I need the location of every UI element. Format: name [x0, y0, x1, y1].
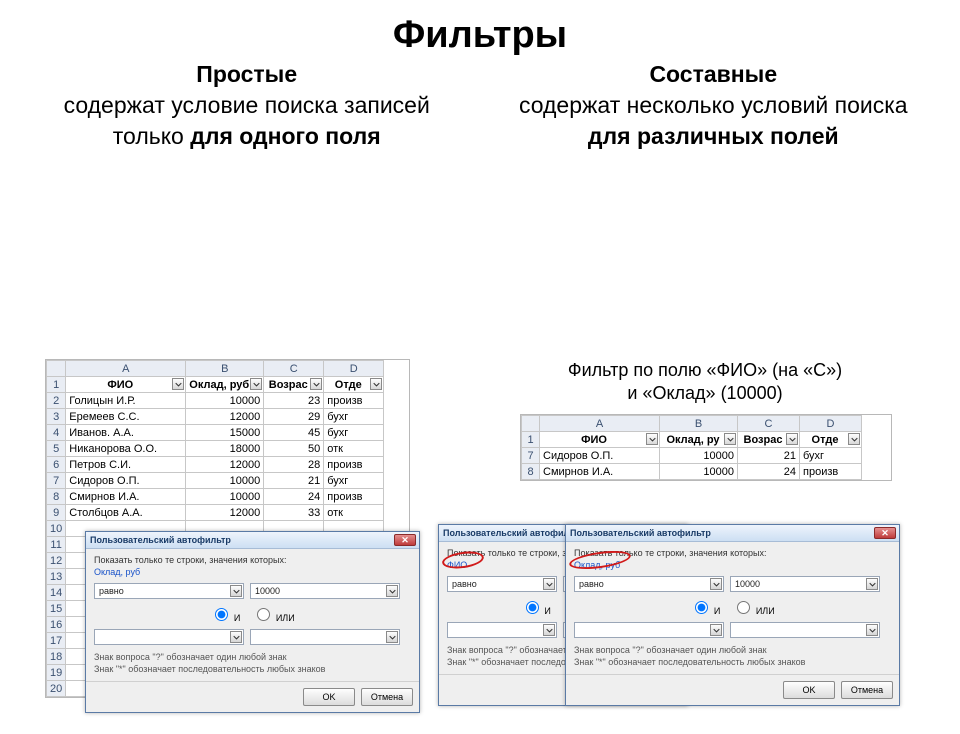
cancel-button[interactable]: Отмена: [361, 688, 413, 706]
chevron-down-icon[interactable]: [543, 624, 555, 636]
table-row[interactable]: 8Смирнов И.А.1000024произв: [522, 464, 862, 480]
filter-caption: Фильтр по полю «ФИО» (на «С») и «Оклад» …: [520, 359, 890, 406]
dialog-hint: Знак вопроса "?" обозначает один любой з…: [94, 651, 411, 675]
radio-and[interactable]: И: [210, 613, 240, 623]
columns: Простые содержат условие поиска записей …: [0, 59, 960, 152]
caption-line1: Фильтр по полю «ФИО» (на «С»): [520, 359, 890, 382]
chevron-down-icon[interactable]: [866, 578, 878, 590]
chevron-down-icon[interactable]: [230, 585, 242, 597]
caption-line2: и «Оклад» (10000): [520, 382, 890, 405]
chevron-down-icon[interactable]: [710, 624, 722, 636]
autofilter-dialog-1[interactable]: Пользовательский автофильтр ✕ Показать тол…: [85, 531, 420, 713]
column-header[interactable]: Отде: [800, 432, 862, 448]
spreadsheet-right[interactable]: ABCD1ФИООклад, руВозрасОтде7Сидоров О.П.…: [520, 414, 892, 481]
column-header[interactable]: ФИО: [66, 377, 186, 393]
logic-radios: И ИЛИ: [94, 605, 411, 623]
dialog-title: Пользовательский автофильтр: [570, 528, 711, 538]
page-title: Фильтры: [0, 14, 960, 57]
filter-dropdown-icon[interactable]: [848, 433, 860, 445]
dialog-field-label: Оклад, руб: [94, 567, 411, 577]
ok-button[interactable]: OK: [303, 688, 355, 706]
filter-dropdown-icon[interactable]: [786, 433, 798, 445]
chevron-down-icon[interactable]: [386, 631, 398, 643]
right-column: Составные содержат несколько условий пои…: [515, 59, 912, 152]
dialog-prompt: Показать только те строки, значения кото…: [94, 555, 411, 565]
operator-combo[interactable]: равно: [574, 576, 724, 592]
chevron-down-icon[interactable]: [230, 631, 242, 643]
dialog-titlebar[interactable]: Пользовательский автофильтр ✕: [86, 532, 419, 549]
filter-dropdown-icon[interactable]: [370, 378, 382, 390]
column-header[interactable]: Возрас: [738, 432, 800, 448]
column-header[interactable]: Возрас: [264, 377, 324, 393]
value-combo-2[interactable]: [250, 629, 400, 645]
table-row[interactable]: 6Петров С.И.1200028произв: [47, 457, 384, 473]
chevron-down-icon[interactable]: [386, 585, 398, 597]
chevron-down-icon[interactable]: [543, 578, 555, 590]
left-heading: Простые: [48, 59, 445, 90]
filter-dropdown-icon[interactable]: [310, 378, 322, 390]
table-row[interactable]: 4Иванов. А.А.1500045бухг: [47, 425, 384, 441]
operator-combo[interactable]: равно: [94, 583, 244, 599]
operator-combo-2[interactable]: [574, 622, 724, 638]
radio-or[interactable]: ИЛИ: [732, 606, 774, 616]
column-header[interactable]: ФИО: [540, 432, 660, 448]
column-header[interactable]: Отде: [324, 377, 384, 393]
left-bold: для одного поля: [190, 123, 380, 149]
radio-and[interactable]: И: [690, 606, 720, 616]
chevron-down-icon[interactable]: [710, 578, 722, 590]
value-combo[interactable]: 10000: [250, 583, 400, 599]
column-header[interactable]: Оклад, ру: [660, 432, 738, 448]
right-bold: для различных полей: [588, 123, 839, 149]
ok-button[interactable]: OK: [783, 681, 835, 699]
dialog-title: Пользовательский автофильтр: [90, 535, 231, 545]
right-text: содержат несколько условий поиска: [519, 92, 908, 118]
logic-radios: И ИЛИ: [574, 598, 891, 616]
dialog-titlebar[interactable]: Пользовательский автофильтр ✕: [566, 525, 899, 542]
autofilter-dialog-3[interactable]: Пользовательский автофильтр ✕ Показать тол…: [565, 524, 900, 706]
column-header[interactable]: Оклад, руб: [186, 377, 264, 393]
cancel-button[interactable]: Отмена: [841, 681, 893, 699]
dialog-title: Пользовательский автофильтр: [443, 528, 584, 538]
operator-combo-2[interactable]: [94, 629, 244, 645]
table-row[interactable]: 2Голицын И.Р.1000023произв: [47, 393, 384, 409]
radio-and[interactable]: И: [521, 606, 551, 616]
table-row[interactable]: 9Столбцов А.А.1200033отк: [47, 505, 384, 521]
filter-dropdown-icon[interactable]: [646, 433, 658, 445]
left-column: Простые содержат условие поиска записей …: [48, 59, 445, 152]
value-combo[interactable]: 10000: [730, 576, 880, 592]
table-row[interactable]: 7Сидоров О.П.1000021бухг: [47, 473, 384, 489]
table-row[interactable]: 7Сидоров О.П.1000021бухг: [522, 448, 862, 464]
operator-combo[interactable]: равно: [447, 576, 557, 592]
filter-dropdown-icon[interactable]: [250, 378, 262, 390]
close-icon[interactable]: ✕: [394, 534, 416, 546]
operator-combo-2[interactable]: [447, 622, 557, 638]
right-heading: Составные: [515, 59, 912, 90]
dialog-prompt: Показать только те строки, значения кото…: [574, 548, 891, 558]
value-combo-2[interactable]: [730, 622, 880, 638]
radio-or[interactable]: ИЛИ: [252, 613, 294, 623]
filter-dropdown-icon[interactable]: [172, 378, 184, 390]
filter-dropdown-icon[interactable]: [724, 433, 736, 445]
close-icon[interactable]: ✕: [874, 527, 896, 539]
chevron-down-icon[interactable]: [866, 624, 878, 636]
table-row[interactable]: 5Никанорова О.О.1800050отк: [47, 441, 384, 457]
table-row[interactable]: 8Смирнов И.А.1000024произв: [47, 489, 384, 505]
dialog-field-label: Оклад, руб: [574, 560, 891, 570]
table-row[interactable]: 3Еремеев С.С.1200029бухг: [47, 409, 384, 425]
dialog-hint: Знак вопроса "?" обозначает один любой з…: [574, 644, 891, 668]
